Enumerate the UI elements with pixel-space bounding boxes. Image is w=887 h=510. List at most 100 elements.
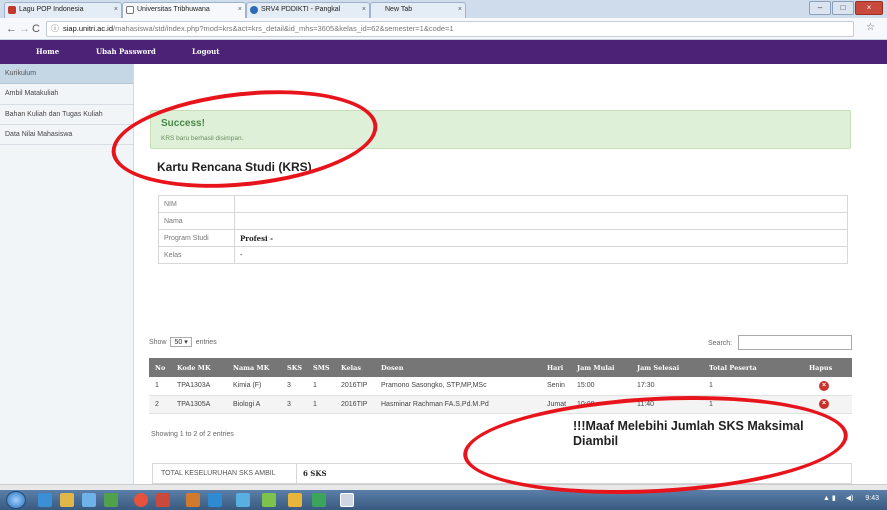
cell-jam-selesai: 17:30: [631, 377, 703, 396]
cell-jam-mulai: 15:00: [571, 377, 631, 396]
col-header[interactable]: Total Peserta: [703, 358, 803, 377]
browser-tab-bar: Lagu POP Indonesia × Universitas Tribhuw…: [0, 0, 887, 18]
cell-hapus: ×: [803, 377, 852, 396]
reload-icon[interactable]: C: [32, 22, 40, 36]
info-row: Program Studi Profesi -: [158, 229, 848, 247]
delete-icon[interactable]: ×: [819, 380, 829, 391]
showing-entries-text: Showing 1 to 2 of 2 entries: [151, 431, 234, 438]
app-icon[interactable]: [208, 493, 222, 507]
col-header[interactable]: Jam Mulai: [571, 358, 631, 377]
col-header[interactable]: Dosen: [375, 358, 541, 377]
system-tray: ▲ ▮ ◀) 9:43: [823, 494, 879, 502]
cell-total-peserta: 1: [703, 377, 803, 396]
search-label: Search:: [708, 340, 733, 347]
cell-dosen: Hasminar Rachman FA.S.Pd.M.Pd: [375, 395, 541, 414]
app-icon[interactable]: [236, 493, 250, 507]
tab-close-icon[interactable]: ×: [458, 3, 462, 17]
table-header-row: No Kode MK Nama MK SKS SMS Kelas Dosen H…: [149, 358, 852, 377]
total-value: 6 SKS: [296, 464, 327, 483]
app-icon[interactable]: [156, 493, 170, 507]
col-header[interactable]: Jam Selesai: [631, 358, 703, 377]
sidebar-header: Kurikulum: [0, 64, 133, 84]
chevron-down-icon: ▾: [184, 339, 188, 346]
total-label: TOTAL KESELURUHAN SKS AMBIL: [161, 470, 276, 477]
browser-tab[interactable]: Universitas Tribhuwana ×: [122, 2, 246, 18]
chrome-icon[interactable]: [134, 493, 148, 507]
browser-toolbar: ← → C ⓘ siap.unitri.ac.id/mahasiswa/std/…: [0, 18, 887, 40]
cell-no: 2: [149, 395, 171, 414]
show-prefix: Show: [149, 339, 167, 346]
info-row: Nama: [158, 212, 848, 230]
info-row: Kelas -: [158, 246, 848, 264]
cell-kelas: 2016TIP: [335, 377, 375, 396]
minimize-icon[interactable]: –: [809, 1, 831, 15]
address-bar[interactable]: ⓘ siap.unitri.ac.id/mahasiswa/std/index.…: [46, 21, 854, 37]
browser-tab[interactable]: Lagu POP Indonesia ×: [4, 2, 122, 18]
network-icon[interactable]: ▲ ▮: [823, 495, 836, 502]
student-info-table: NIM Nama Program Studi Profesi - Kelas -: [158, 195, 848, 264]
forward-icon[interactable]: →: [19, 22, 30, 36]
page-icon: [126, 6, 134, 14]
taskbar: ▲ ▮ ◀) 9:43: [0, 490, 887, 510]
app-icon[interactable]: [104, 493, 118, 507]
cell-no: 1: [149, 377, 171, 396]
ie-icon[interactable]: [38, 493, 52, 507]
info-icon: ⓘ: [51, 24, 59, 33]
maximize-icon[interactable]: □: [832, 1, 854, 15]
search-input[interactable]: [738, 335, 852, 350]
youtube-icon: [8, 6, 16, 14]
close-icon[interactable]: ×: [855, 1, 883, 15]
tab-close-icon[interactable]: ×: [362, 3, 366, 17]
col-header[interactable]: Kelas: [335, 358, 375, 377]
globe-icon: [250, 6, 258, 14]
volume-icon[interactable]: ◀): [846, 495, 854, 502]
delete-icon[interactable]: ×: [819, 399, 829, 409]
browser-tab[interactable]: New Tab ×: [370, 2, 466, 18]
app-icon[interactable]: [312, 493, 326, 507]
nav-change-password[interactable]: Ubah Password: [96, 40, 156, 64]
app-icon[interactable]: [288, 493, 302, 507]
browser-tab[interactable]: SRV4 PDDIKTI - Pangkal ×: [246, 2, 370, 18]
info-value: -: [234, 246, 848, 264]
info-label: Nama: [158, 212, 235, 230]
col-header[interactable]: Hari: [541, 358, 571, 377]
cell-dosen: Pramono Sasongko, STP,MP,MSc: [375, 377, 541, 396]
tab-close-icon[interactable]: ×: [238, 3, 242, 17]
entries-select[interactable]: 50 ▾: [170, 337, 192, 347]
cell-kode: TPA1303A: [171, 377, 227, 396]
info-row: NIM: [158, 195, 848, 213]
info-label: NIM: [158, 195, 235, 213]
col-header[interactable]: SKS: [281, 358, 307, 377]
col-header[interactable]: No: [149, 358, 171, 377]
cell-hari: Senin: [541, 377, 571, 396]
cell-sms: 1: [307, 377, 335, 396]
col-header[interactable]: SMS: [307, 358, 335, 377]
sidebar-item-bahan-kuliah[interactable]: Bahan Kuliah dan Tugas Kuliah: [0, 105, 133, 125]
site-nav: Home Ubah Password Logout: [0, 40, 887, 64]
tab-close-icon[interactable]: ×: [114, 3, 118, 17]
app-icon[interactable]: [340, 493, 354, 507]
col-header[interactable]: Kode MK: [171, 358, 227, 377]
col-header[interactable]: Hapus: [803, 358, 852, 377]
cell-sks: 3: [281, 377, 307, 396]
cell-sms: 1: [307, 395, 335, 414]
app-icon[interactable]: [262, 493, 276, 507]
nav-home[interactable]: Home: [36, 40, 59, 64]
info-value: [234, 195, 848, 213]
bookmark-star-icon[interactable]: ☆: [866, 22, 875, 33]
start-button-icon[interactable]: [6, 491, 26, 509]
info-label: Program Studi: [158, 229, 235, 247]
sidebar-item-ambil-matakuliah[interactable]: Ambil Matakuliah: [0, 84, 133, 105]
folder-icon[interactable]: [60, 493, 74, 507]
show-entries: Show 50 ▾ entries: [149, 337, 217, 347]
back-icon[interactable]: ←: [6, 22, 17, 36]
app-icon[interactable]: [186, 493, 200, 507]
col-header[interactable]: Nama MK: [227, 358, 281, 377]
url-host: siap.unitri.ac.id: [63, 24, 114, 33]
info-value: [234, 212, 848, 230]
clock[interactable]: 9:43: [865, 495, 879, 502]
app-icon[interactable]: [82, 493, 96, 507]
info-value: Profesi -: [234, 229, 848, 247]
nav-logout[interactable]: Logout: [192, 40, 219, 64]
cell-nama: Biologi A: [227, 395, 281, 414]
